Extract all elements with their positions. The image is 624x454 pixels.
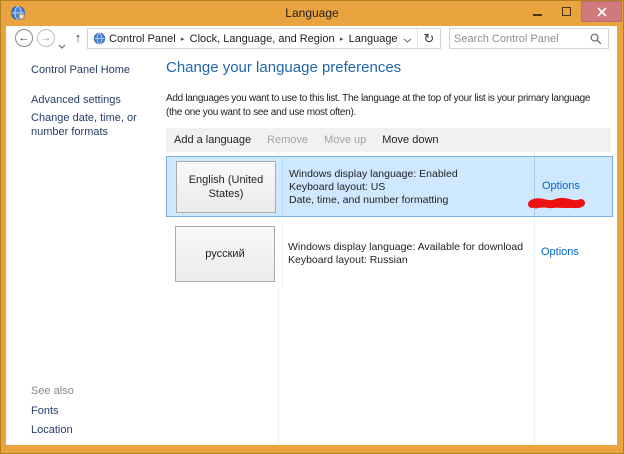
detail-line: Windows display language: Available for … [288, 241, 524, 253]
language-details: Windows display language: Enabled Keyboa… [289, 168, 458, 207]
address-dropdown-button[interactable] [398, 30, 417, 48]
description-line: (the one you want to see and use most of… [166, 106, 356, 118]
forward-button[interactable]: → [37, 29, 55, 47]
options-link-english[interactable]: Options [542, 180, 580, 192]
breadcrumb-separator-icon [176, 35, 190, 43]
description-line: Add languages you want to use to this li… [166, 93, 591, 104]
up-button[interactable]: ↑ [70, 30, 86, 45]
sidebar-item-control-panel-home[interactable]: Control Panel Home [31, 64, 130, 76]
window-body: ← → ↑ Control Panel Clo [6, 26, 617, 445]
forward-icon: → [40, 32, 52, 44]
add-language-button[interactable]: Add a language [174, 134, 251, 146]
minimize-icon [533, 13, 542, 16]
refresh-icon: ↻ [423, 30, 435, 46]
maximize-button[interactable] [552, 1, 581, 22]
chevron-down-icon [403, 38, 412, 43]
language-details: Windows display language: Available for … [288, 241, 523, 267]
breadcrumb-item-language[interactable]: Language [349, 33, 398, 45]
detail-line: Keyboard layout: Russian [288, 254, 408, 266]
sidebar-item-advanced-settings[interactable]: Advanced settings [31, 94, 121, 106]
breadcrumb-item-control-panel[interactable]: Control Panel [109, 33, 176, 45]
close-button[interactable] [581, 1, 622, 22]
page-title: Change your language preferences [166, 59, 402, 76]
control-panel-icon [93, 32, 106, 45]
sidebar-item-change-date-time-formats[interactable]: Change date, time, or number formats [31, 111, 167, 139]
minimize-button[interactable] [523, 1, 552, 22]
back-icon: ← [18, 32, 30, 44]
breadcrumb-separator-icon [335, 35, 349, 43]
language-row-russian[interactable]: русский Windows display language: Availa… [166, 222, 613, 287]
up-icon: ↑ [74, 30, 82, 45]
detail-line: Windows display language: Enabled [289, 168, 458, 180]
breadcrumb[interactable]: Control Panel Clock, Language, and Regio… [87, 28, 441, 49]
remove-button[interactable]: Remove [267, 134, 308, 146]
language-name-box: русский [175, 226, 275, 282]
red-marker-annotation [528, 197, 585, 209]
detail-line: Date, time, and number formatting [289, 194, 449, 206]
close-icon [596, 6, 607, 17]
options-link-russian[interactable]: Options [541, 246, 579, 258]
see-also-header: See also [31, 385, 74, 397]
detail-line: Keyboard layout: US [289, 181, 386, 193]
language-window: Language ← → ↑ Control Panel ▸ Clock, La… [0, 0, 624, 454]
titlebar[interactable]: Language [1, 1, 623, 26]
address-bar: ← → ↑ Control Panel Clo [6, 26, 617, 52]
see-also-section: See also Fonts Location [31, 385, 74, 443]
maximize-icon [562, 7, 571, 16]
search-icon [590, 33, 602, 45]
move-up-button[interactable]: Move up [324, 134, 366, 146]
refresh-button[interactable]: ↻ [417, 29, 440, 48]
sidebar-item-location[interactable]: Location [31, 424, 74, 436]
back-button[interactable]: ← [15, 29, 33, 47]
breadcrumb-item-clock-language-region[interactable]: Clock, Language, and Region [190, 33, 335, 45]
language-list-toolbar: Add a language Remove Move up Move down [166, 128, 611, 152]
search-box [449, 28, 609, 49]
language-name-box: English (United States) [176, 161, 276, 213]
page-description: Add languages you want to use to this li… [166, 92, 619, 119]
chevron-down-icon [58, 44, 66, 49]
window-controls [523, 1, 622, 22]
search-input[interactable] [450, 32, 590, 45]
sidebar-item-fonts[interactable]: Fonts [31, 405, 74, 417]
move-down-button[interactable]: Move down [382, 134, 438, 146]
content-pane: Control Panel Home Advanced settings Cha… [6, 52, 617, 445]
